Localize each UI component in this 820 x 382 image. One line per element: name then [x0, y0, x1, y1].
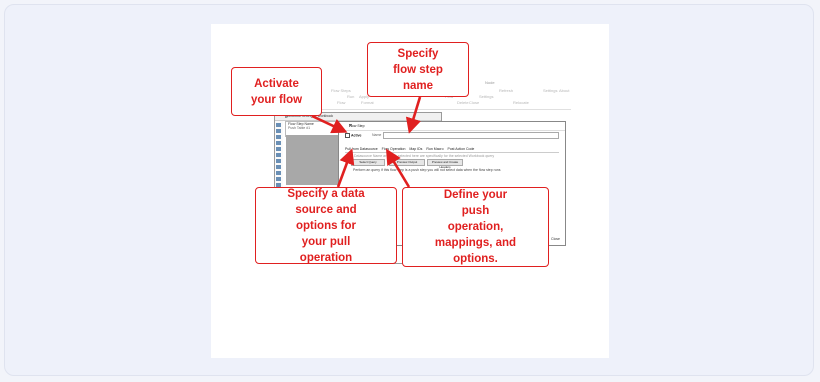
- preview-create-headers-button[interactable]: Preview and Create Headers: [427, 159, 463, 169]
- checkbox-icon[interactable]: [345, 133, 350, 138]
- ribbon-label[interactable]: Delete: [457, 100, 469, 105]
- dialog-close-button[interactable]: Close: [551, 237, 560, 241]
- callout-push-operation: Define your push operation, mappings, an…: [402, 187, 549, 267]
- tab-flow-operation[interactable]: Flow Operation: [382, 147, 406, 151]
- flow-step-title-bar: Flow Step □ ×: [339, 122, 565, 131]
- callout-text: Specify flow step name: [393, 47, 443, 92]
- ribbon-label[interactable]: Format: [361, 100, 374, 105]
- ribbon-label[interactable]: Settings: [479, 94, 493, 99]
- push-step-hint: Perform an query if this flow step is a …: [353, 168, 501, 172]
- ribbon-label[interactable]: Flow: [337, 100, 345, 105]
- sheet-icon[interactable]: [276, 177, 281, 181]
- preview-output-button[interactable]: Preview Output: [389, 159, 425, 166]
- tab-pull-from-datasource[interactable]: Pull from Datasource: [345, 147, 378, 151]
- tab-map-ids[interactable]: Map IDs: [409, 147, 422, 151]
- callout-text: Define your push operation, mappings, an…: [434, 189, 517, 265]
- ribbon-label[interactable]: Run: [347, 94, 354, 99]
- sheet-icon[interactable]: [276, 135, 281, 139]
- datasource-info-text: The Datasource Name and URL selected her…: [347, 154, 495, 158]
- tab-run-macro[interactable]: Run Macro: [426, 147, 443, 151]
- flow-step-tabs: Pull from Datasource Flow Operation Map …: [345, 147, 477, 151]
- callout-pull-operation: Specify a data source and options for yo…: [255, 187, 397, 264]
- sheet-icon[interactable]: [276, 153, 281, 157]
- ribbon-label[interactable]: About: [559, 88, 569, 93]
- workbook-preview-area: [286, 135, 346, 185]
- ribbon-label[interactable]: Flow Steps: [331, 88, 351, 93]
- callout-text: Activate your flow: [250, 77, 303, 106]
- name-input[interactable]: [383, 132, 559, 139]
- ribbon-divider: [317, 109, 571, 110]
- ribbon-label[interactable]: Refresh: [499, 88, 513, 93]
- active-checkbox[interactable]: Active: [345, 133, 362, 138]
- ribbon-label[interactable]: Settings: [543, 88, 557, 93]
- sheet-icon[interactable]: [276, 171, 281, 175]
- sheet-icon[interactable]: [276, 129, 281, 133]
- ribbon-label[interactable]: Close: [469, 100, 479, 105]
- callout-activate-flow: Activate your flow: [231, 67, 322, 116]
- ribbon-label[interactable]: Relocate: [513, 100, 529, 105]
- sheet-icon[interactable]: [276, 141, 281, 145]
- sheet-icon[interactable]: [276, 123, 281, 127]
- close-icon[interactable]: ×: [349, 123, 560, 129]
- sheet-icon[interactable]: [276, 159, 281, 163]
- name-label: Name: [372, 133, 382, 137]
- sheet-icon[interactable]: [276, 165, 281, 169]
- active-label: Active: [351, 133, 362, 138]
- ribbon-group-title: Node: [485, 80, 495, 85]
- select-query-button[interactable]: Select Query: [351, 159, 385, 166]
- callout-flow-step-name: Specify flow step name: [367, 42, 469, 97]
- tab-post-action-code[interactable]: Post Action Code: [448, 147, 475, 151]
- tab-divider: [345, 152, 559, 153]
- callout-text: Specify a data source and options for yo…: [287, 187, 365, 264]
- sheet-icon[interactable]: [276, 147, 281, 151]
